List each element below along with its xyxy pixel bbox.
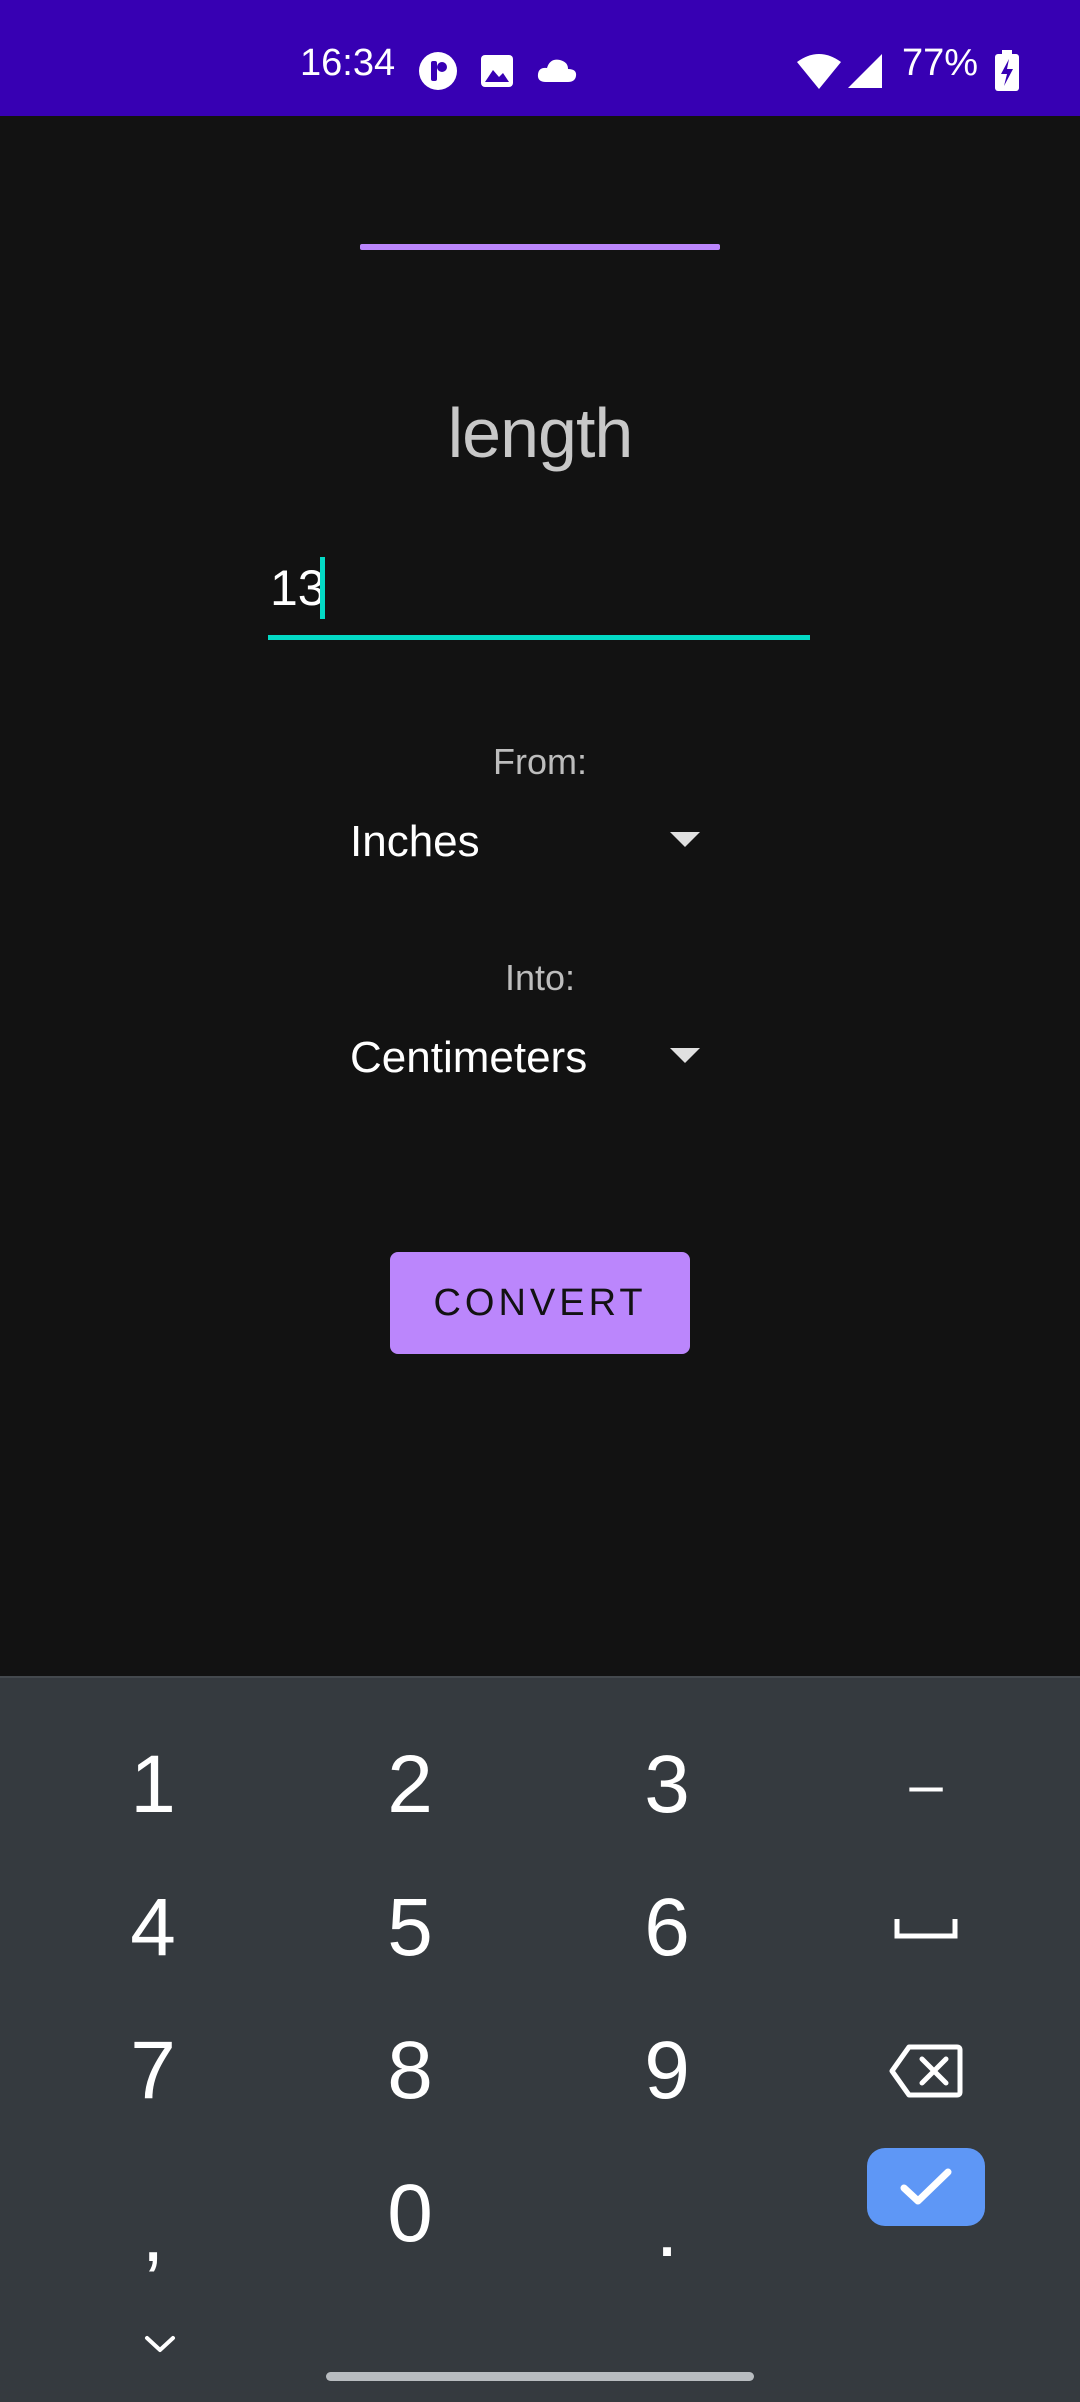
cloud-icon [537,59,577,82]
into-unit-value: Centimeters [350,1033,588,1082]
home-indicator[interactable] [326,2372,754,2381]
key-comma[interactable]: , [33,2149,273,2279]
key-7[interactable]: 7 [33,2006,273,2136]
page-title: length [447,394,634,472]
status-bar: 16:34 77% [0,0,1080,116]
dropdown-arrow-icon [670,1048,700,1063]
into-unit-spinner[interactable]: Centimeters [350,1024,710,1094]
collapse-keyboard-button[interactable] [130,2314,190,2374]
value-input[interactable]: 13 [268,555,810,640]
key-decimal[interactable]: . [547,2149,787,2279]
wifi-icon [797,54,841,89]
space-icon [894,1919,958,1939]
checkmark-icon [900,2168,952,2205]
battery-percent: 77% [902,42,979,84]
key-9[interactable]: 9 [547,2006,787,2136]
top-accent-bar [360,244,720,250]
gallery-icon [481,55,513,87]
chevron-down-icon [145,2336,175,2352]
from-label: From: [493,741,587,782]
key-backspace[interactable] [806,2006,1046,2136]
key-minus[interactable]: – [806,1720,1046,1850]
key-6[interactable]: 6 [547,1863,787,1993]
from-unit-value: Inches [350,817,480,866]
done-key[interactable] [867,2148,985,2226]
key-8[interactable]: 8 [290,2006,530,2136]
key-space[interactable] [806,1863,1046,1993]
key-4[interactable]: 4 [33,1863,273,1993]
text-cursor [320,557,325,619]
status-time: 16:34 [300,42,396,84]
battery-charging-icon [995,50,1019,91]
convert-button[interactable]: CONVERT [390,1252,690,1354]
key-0[interactable]: 0 [290,2149,530,2279]
from-unit-spinner[interactable]: Inches [350,808,710,878]
key-2[interactable]: 2 [290,1720,530,1850]
numeric-keyboard: 1 2 3 – 4 5 6 7 8 9 , 0 . [0,1676,1080,2402]
key-3[interactable]: 3 [547,1720,787,1850]
into-label: Into: [504,957,576,998]
dropdown-arrow-icon [670,832,700,847]
key-1[interactable]: 1 [33,1720,273,1850]
backspace-icon [889,2044,963,2098]
value-input-text: 13 [270,560,326,616]
app-notification-icon [419,52,457,90]
signal-icon [848,54,882,88]
key-5[interactable]: 5 [290,1863,530,1993]
